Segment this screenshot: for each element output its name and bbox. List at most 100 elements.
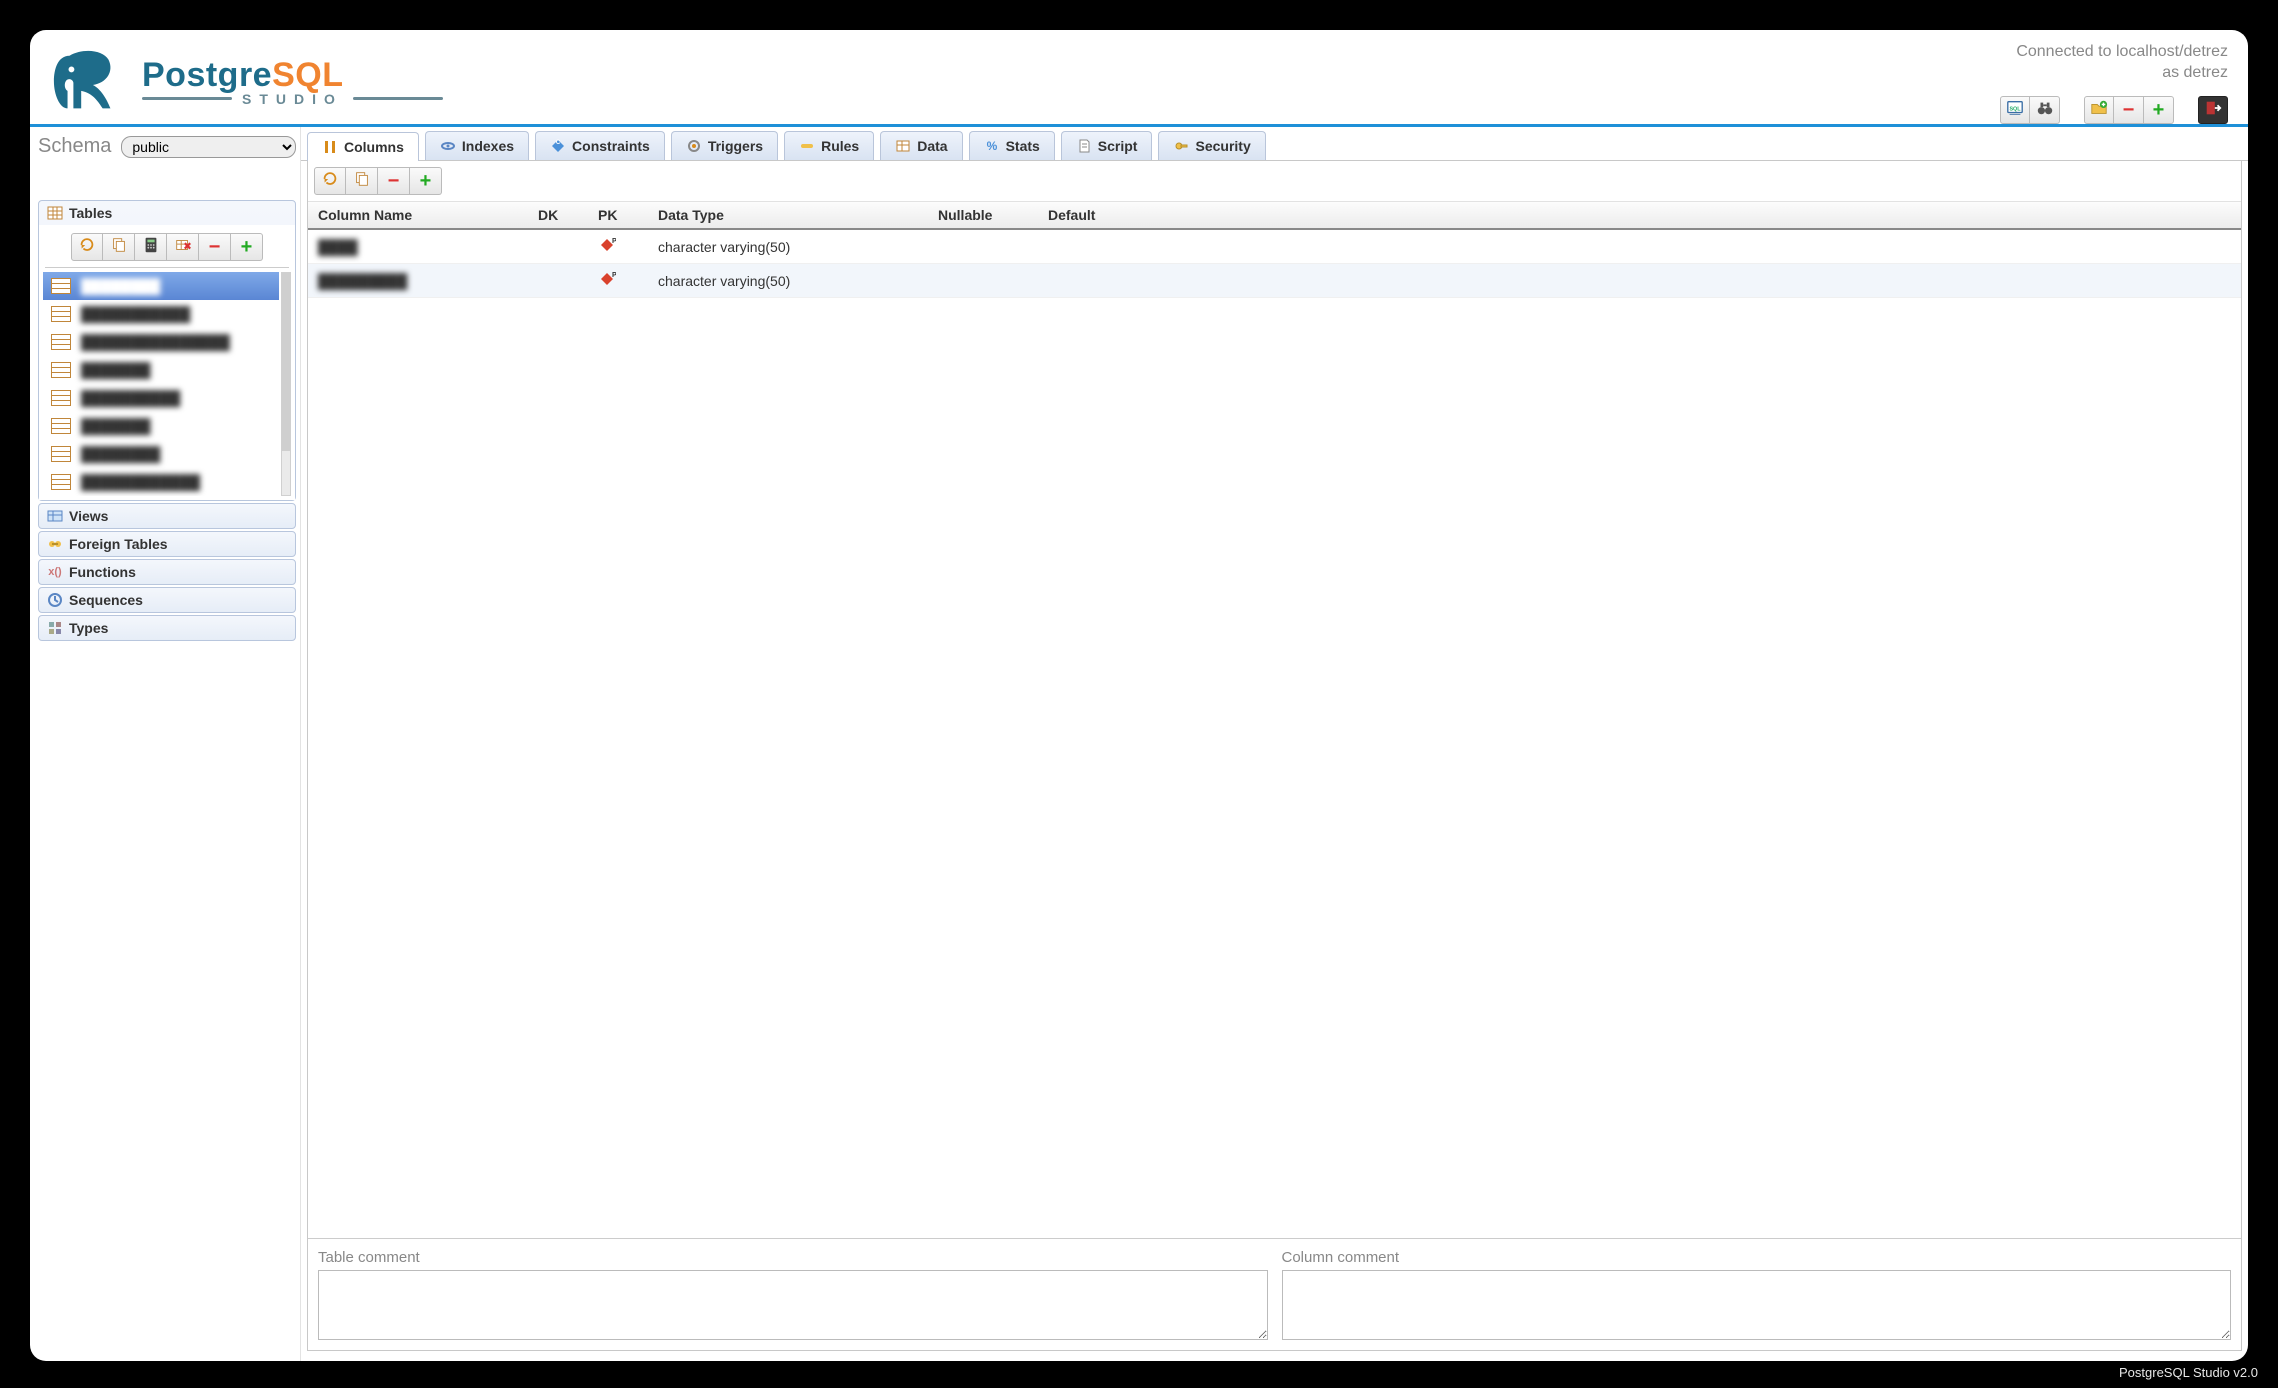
- sidebar: Schema public Tables: [30, 127, 300, 1361]
- svg-text:%: %: [986, 139, 997, 153]
- tab-triggers[interactable]: Triggers: [671, 131, 778, 160]
- foreign-tables-panel-header[interactable]: Foreign Tables: [39, 532, 295, 556]
- table-icon: [51, 306, 71, 322]
- add-column-button[interactable]: +: [410, 167, 442, 195]
- schema-selector-row: Schema public: [38, 131, 296, 164]
- comments-section: Table comment Column comment: [308, 1238, 2241, 1350]
- tab-label: Indexes: [462, 138, 514, 154]
- data-tab-icon: [895, 138, 911, 154]
- tab-rules[interactable]: Rules: [784, 131, 874, 160]
- types-panel-header[interactable]: Types: [39, 616, 295, 640]
- functions-panel: x() Functions: [38, 559, 296, 585]
- col-header-pk[interactable]: PK: [598, 207, 658, 223]
- tables-scrollbar[interactable]: [281, 272, 291, 496]
- copy-column-button[interactable]: [346, 167, 378, 195]
- add-connection-button[interactable]: +: [2144, 96, 2174, 124]
- tab-constraints[interactable]: C Constraints: [535, 131, 665, 160]
- refresh-icon: [78, 236, 96, 258]
- refresh-tables-button[interactable]: [71, 233, 103, 261]
- copy-table-button[interactable]: [103, 233, 135, 261]
- columns-grid-body: ████Pcharacter varying(50)█████████Pchar…: [308, 230, 2241, 1238]
- table-item[interactable]: ██████████: [43, 384, 279, 412]
- logo-text-postgre: Postgre: [142, 56, 272, 94]
- remove-table-button[interactable]: −: [199, 233, 231, 261]
- col-header-nullable[interactable]: Nullable: [938, 207, 1048, 223]
- schema-select[interactable]: public: [121, 136, 296, 158]
- svg-text:P: P: [612, 272, 616, 279]
- analyze-table-button[interactable]: [135, 233, 167, 261]
- column-comment-input[interactable]: [1282, 1270, 2232, 1340]
- scrollbar-thumb[interactable]: [282, 273, 290, 451]
- connection-line-1: Connected to localhost/detrez: [2000, 42, 2228, 63]
- table-item[interactable]: ███████: [43, 412, 279, 440]
- functions-panel-header[interactable]: x() Functions: [39, 560, 295, 584]
- new-connection-button[interactable]: [2084, 96, 2114, 124]
- constraints-tab-icon: C: [550, 138, 566, 154]
- cell-pk: P: [598, 236, 658, 257]
- refresh-columns-button[interactable]: [314, 167, 346, 195]
- app-window: PostgreSQL STUDIO Connected to localhost…: [30, 30, 2248, 1361]
- col-header-default[interactable]: Default: [1048, 207, 2231, 223]
- functions-header-label: Functions: [69, 564, 136, 580]
- indexes-tab-icon: [440, 138, 456, 154]
- tab-indexes[interactable]: Indexes: [425, 131, 529, 160]
- drop-table-button[interactable]: [167, 233, 199, 261]
- main-area: Columns Indexes C Constraints Triggers Rules D…: [300, 127, 2248, 1361]
- tab-stats[interactable]: % Stats: [969, 131, 1055, 160]
- tab-label: Constraints: [572, 138, 650, 154]
- column-row[interactable]: █████████Pcharacter varying(50): [308, 264, 2241, 298]
- table-icon: [51, 446, 71, 462]
- tab-columns[interactable]: Columns: [307, 132, 419, 161]
- cell-pk: P: [598, 270, 658, 291]
- tab-data[interactable]: Data: [880, 131, 962, 160]
- sequences-panel-header[interactable]: Sequences: [39, 588, 295, 612]
- functions-icon: x(): [47, 564, 63, 580]
- minus-icon: −: [388, 171, 400, 191]
- tab-label: Rules: [821, 138, 859, 154]
- sql-editor-button[interactable]: SQL: [2000, 96, 2030, 124]
- types-panel: Types: [38, 615, 296, 641]
- col-header-datatype[interactable]: Data Type: [658, 207, 938, 223]
- types-icon: [47, 620, 63, 636]
- search-button[interactable]: [2030, 96, 2060, 124]
- top-toolbar-group-1: SQL: [2000, 96, 2060, 124]
- tab-security[interactable]: Security: [1158, 131, 1265, 160]
- table-item-label: ███████████: [81, 306, 190, 322]
- table-item[interactable]: ████████████: [43, 468, 279, 496]
- table-item[interactable]: ███████████████: [43, 328, 279, 356]
- table-icon: [51, 474, 71, 490]
- topbar: PostgreSQL STUDIO Connected to localhost…: [30, 30, 2248, 127]
- tables-panel-header[interactable]: Tables: [39, 201, 295, 225]
- remove-connection-button[interactable]: −: [2114, 96, 2144, 124]
- tab-script[interactable]: Script: [1061, 131, 1153, 160]
- sql-icon: SQL: [2006, 99, 2024, 121]
- table-icon: [51, 278, 71, 294]
- table-item[interactable]: ███████████: [43, 300, 279, 328]
- minus-icon: −: [209, 237, 221, 257]
- views-panel-header[interactable]: Views: [39, 504, 295, 528]
- tab-label: Columns: [344, 139, 404, 155]
- logo-divider-right: [353, 97, 443, 100]
- table-item[interactable]: ████████: [43, 440, 279, 468]
- table-item[interactable]: ████████: [43, 272, 279, 300]
- remove-column-button[interactable]: −: [378, 167, 410, 195]
- plus-icon: +: [2153, 100, 2165, 120]
- cell-datatype: character varying(50): [658, 273, 938, 289]
- cell-datatype: character varying(50): [658, 239, 938, 255]
- tab-label: Stats: [1006, 138, 1040, 154]
- logout-button[interactable]: [2198, 96, 2228, 124]
- types-header-label: Types: [69, 620, 108, 636]
- pk-icon: P: [598, 270, 616, 288]
- table-comment-input[interactable]: [318, 1270, 1268, 1340]
- tables-panel: Tables: [38, 200, 296, 501]
- plus-icon: +: [241, 237, 253, 257]
- add-table-button[interactable]: +: [231, 233, 263, 261]
- app-logo: PostgreSQL STUDIO: [50, 42, 443, 124]
- table-item[interactable]: ███████: [43, 356, 279, 384]
- tables-tree: ████████████████████████████████████████…: [43, 272, 291, 496]
- table-item-label: ███████: [81, 362, 150, 378]
- elephant-icon: [50, 46, 128, 116]
- column-row[interactable]: ████Pcharacter varying(50): [308, 230, 2241, 264]
- col-header-name[interactable]: Column Name: [318, 207, 538, 223]
- col-header-dk[interactable]: DK: [538, 207, 598, 223]
